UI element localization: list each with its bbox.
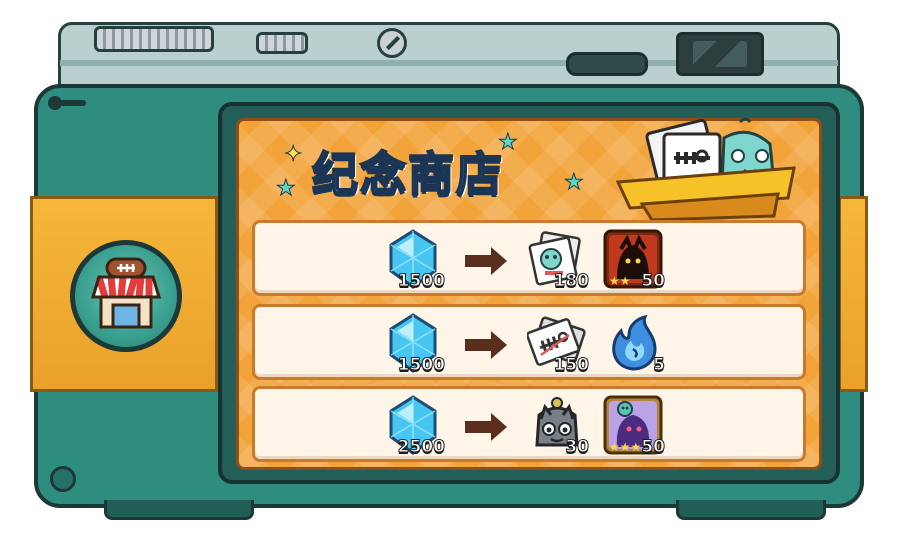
- shop-stall-icon: [90, 257, 162, 329]
- exchange-row[interactable]: 2500 30 ★★★ 50: [252, 386, 806, 462]
- exchange-row[interactable]: 1500 150 5: [252, 304, 806, 380]
- camera-foot-right: [676, 500, 826, 520]
- title-banner: ✦ ★ ★ ★ 纪念商店: [276, 130, 596, 210]
- arrow-right-icon: [465, 247, 507, 275]
- reward-item[interactable]: 180: [527, 229, 589, 292]
- reward-item[interactable]: 150: [526, 313, 589, 376]
- reward-amount: 150: [553, 355, 589, 376]
- star-icon: ★: [276, 176, 297, 202]
- shop-badge: [70, 240, 182, 352]
- camera-dial-small: [256, 32, 308, 54]
- reward-item[interactable]: ★★ 50: [603, 229, 666, 292]
- reward-amount: 180: [553, 271, 589, 292]
- star-icon: ✦: [283, 142, 303, 168]
- star-icon: ★: [564, 170, 585, 196]
- cost-item: 1500: [383, 229, 446, 292]
- camera-dial-large: [94, 26, 214, 52]
- camera-screw-icon: [377, 28, 407, 58]
- arrow-right-icon: [465, 413, 507, 441]
- svg-text:★★★: ★★★: [609, 440, 641, 454]
- cost-item: 2500: [383, 395, 446, 458]
- camera-strap-right: [838, 196, 868, 392]
- camera-button: [50, 466, 76, 492]
- keyhole-icon: [48, 96, 86, 112]
- arrow-right-icon: [465, 331, 507, 359]
- reward-item[interactable]: ★★★ 50: [603, 395, 666, 458]
- exchange-row[interactable]: 1500 180 ★★ 50: [252, 220, 806, 296]
- reward-amount: 5: [653, 355, 666, 376]
- reward-item[interactable]: 5: [603, 313, 666, 376]
- reward-amount: 50: [641, 437, 666, 458]
- camera-viewfinder: [676, 32, 764, 76]
- cost-amount: 1500: [397, 271, 445, 292]
- reward-amount: 50: [641, 271, 666, 292]
- cost-amount: 2500: [397, 437, 445, 458]
- cost-amount: 1500: [397, 355, 445, 376]
- reward-amount: 30: [565, 437, 590, 458]
- page-title: 纪念商店: [311, 146, 504, 202]
- camera-slot: [566, 52, 648, 76]
- reward-item[interactable]: 30: [527, 395, 590, 458]
- camera-foot-left: [104, 500, 254, 520]
- svg-text:★★: ★★: [609, 274, 631, 288]
- mascot-box-icon: [615, 117, 796, 222]
- cost-item: 1500: [383, 313, 446, 376]
